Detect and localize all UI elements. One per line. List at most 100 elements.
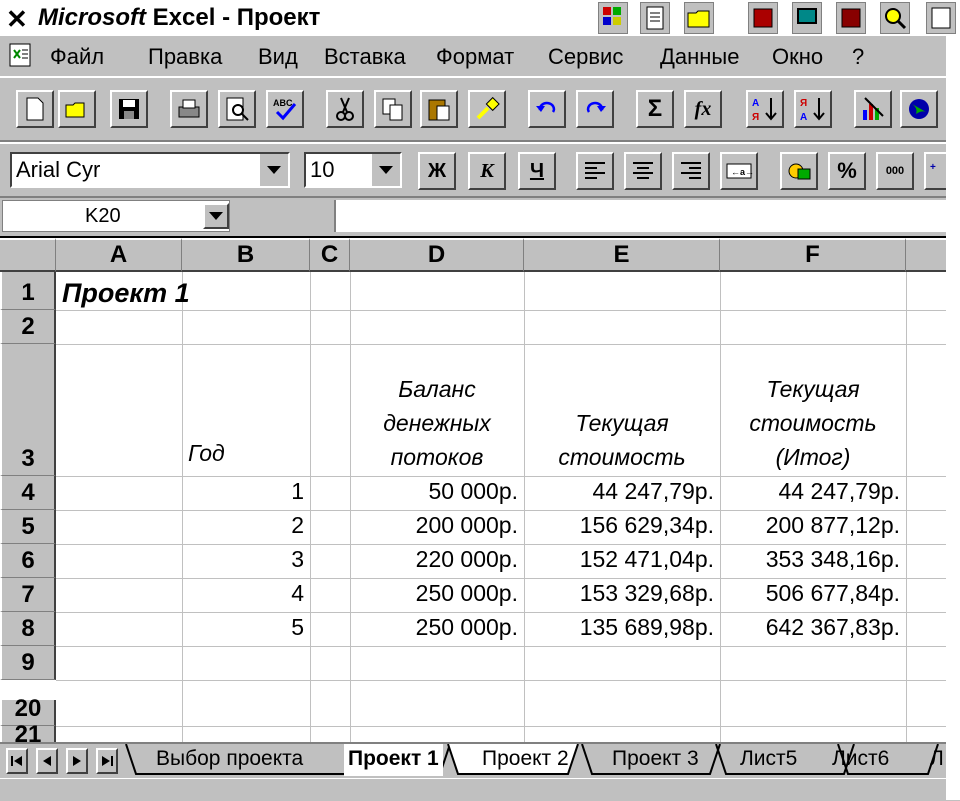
formula-input[interactable] xyxy=(334,200,946,232)
print-preview-icon[interactable] xyxy=(218,90,256,128)
cell-year[interactable]: 5 xyxy=(182,614,304,641)
sheet-tab-select-project[interactable]: Выбор проекта xyxy=(156,744,303,776)
workbook-control-icon[interactable] xyxy=(4,38,38,72)
column-header-e[interactable]: E xyxy=(524,238,720,272)
cell-cash-flow[interactable]: 200 000р. xyxy=(350,512,518,539)
sheet-tab-project-2[interactable]: Проект 2 xyxy=(482,744,569,776)
currency-style-icon[interactable] xyxy=(780,152,818,190)
sheet-tab-partial[interactable]: Л xyxy=(930,744,944,776)
cell-year[interactable]: 1 xyxy=(182,478,304,505)
cell-pv[interactable]: 152 471,04р. xyxy=(524,546,714,573)
cell-pv-total[interactable]: 353 348,16р. xyxy=(720,546,900,573)
sort-ascending-icon[interactable]: АЯ xyxy=(746,90,784,128)
column-header-d[interactable]: D xyxy=(350,238,524,272)
font-name-combo[interactable]: Arial Cyr xyxy=(10,152,290,188)
sort-descending-icon[interactable]: ЯА xyxy=(794,90,832,128)
column-header-f[interactable]: F xyxy=(720,238,906,272)
align-right-icon[interactable] xyxy=(672,152,710,190)
menu-data[interactable]: Данные xyxy=(660,44,739,70)
undo-icon[interactable] xyxy=(528,90,566,128)
menu-help[interactable]: ? xyxy=(852,44,864,70)
menu-file[interactable]: Файл xyxy=(50,44,104,70)
comma-style-button[interactable]: 000 xyxy=(876,152,914,190)
folder-shortcut-icon[interactable] xyxy=(684,2,714,34)
access-shortcut-icon[interactable] xyxy=(836,2,866,34)
header-cash-flow-line2[interactable]: денежных xyxy=(350,406,524,440)
copy-icon[interactable] xyxy=(374,90,412,128)
monitor-shortcut-icon[interactable] xyxy=(792,2,822,34)
merge-center-icon[interactable]: ←a→ xyxy=(720,152,758,190)
italic-button[interactable]: К xyxy=(468,152,506,190)
row-header-3[interactable]: 3 xyxy=(0,344,56,476)
paste-icon[interactable] xyxy=(420,90,458,128)
row-header-8[interactable]: 8 xyxy=(0,612,56,646)
sheet-tab-list6[interactable]: Лист6 xyxy=(832,744,889,776)
last-sheet-icon[interactable] xyxy=(96,748,118,774)
font-dropdown-arrow-icon[interactable] xyxy=(258,154,288,186)
function-wizard-icon[interactable]: fx xyxy=(684,90,722,128)
sheet-title-cell[interactable]: Проект 1 xyxy=(62,278,190,309)
row-header-6[interactable]: 6 xyxy=(0,544,56,578)
header-pv-total-line1[interactable]: Текущая xyxy=(720,372,906,406)
align-left-icon[interactable] xyxy=(576,152,614,190)
header-pv-line1[interactable]: Текущая xyxy=(524,406,720,440)
name-box[interactable]: K20 xyxy=(2,200,230,232)
print-icon[interactable] xyxy=(170,90,208,128)
cell-pv[interactable]: 153 329,68р. xyxy=(524,580,714,607)
cell-year[interactable]: 2 xyxy=(182,512,304,539)
open-folder-icon[interactable] xyxy=(58,90,96,128)
cell-cash-flow[interactable]: 250 000р. xyxy=(350,580,518,607)
sheet-tab-project-3[interactable]: Проект 3 xyxy=(612,744,699,776)
cell-pv-total[interactable]: 642 367,83р. xyxy=(720,614,900,641)
cell-year[interactable]: 4 xyxy=(182,580,304,607)
spelling-icon[interactable]: ABC xyxy=(266,90,304,128)
cell-pv-total[interactable]: 506 677,84р. xyxy=(720,580,900,607)
column-header-b[interactable]: B xyxy=(182,238,310,272)
autosum-sigma-icon[interactable]: Σ xyxy=(636,90,674,128)
select-all-corner[interactable] xyxy=(0,238,56,272)
menu-tools[interactable]: Сервис xyxy=(548,44,623,70)
menu-window[interactable]: Окно xyxy=(772,44,823,70)
header-cash-flow-line1[interactable]: Баланс xyxy=(350,372,524,406)
first-sheet-icon[interactable] xyxy=(6,748,28,774)
header-cash-flow-line3[interactable]: потоков xyxy=(350,440,524,474)
format-painter-icon[interactable] xyxy=(468,90,506,128)
column-header-g[interactable] xyxy=(906,238,946,272)
row-header-7[interactable]: 7 xyxy=(0,578,56,612)
row-header-2[interactable]: 2 xyxy=(0,310,56,344)
sheet-tab-project-1[interactable]: Проект 1 xyxy=(344,744,443,776)
save-disk-icon[interactable] xyxy=(110,90,148,128)
header-pv-total-line2[interactable]: стоимость xyxy=(720,406,906,440)
row-header-4[interactable]: 4 xyxy=(0,476,56,510)
menu-insert[interactable]: Вставка xyxy=(324,44,406,70)
row-header-21[interactable]: 21 xyxy=(0,721,56,742)
increase-decimal-icon[interactable]: + xyxy=(924,152,946,190)
name-box-dropdown-arrow-icon[interactable] xyxy=(203,203,229,229)
book-shortcut-icon[interactable] xyxy=(748,2,778,34)
menu-edit[interactable]: Правка xyxy=(148,44,222,70)
notepad-shortcut-icon[interactable] xyxy=(640,2,670,34)
cell-pv-total[interactable]: 44 247,79р. xyxy=(720,478,900,505)
underline-button[interactable]: Ч xyxy=(518,152,556,190)
cell-pv[interactable]: 44 247,79р. xyxy=(524,478,714,505)
next-sheet-icon[interactable] xyxy=(66,748,88,774)
office-shortcut-icon[interactable] xyxy=(598,2,628,34)
cell-cash-flow[interactable]: 250 000р. xyxy=(350,614,518,641)
new-document-icon[interactable] xyxy=(16,90,54,128)
column-header-a[interactable]: A xyxy=(56,238,182,272)
font-size-combo[interactable]: 10 xyxy=(304,152,402,188)
clipboard-shortcut-icon[interactable] xyxy=(926,2,956,34)
header-year-cell[interactable]: Год xyxy=(188,440,225,467)
chart-wizard-icon[interactable] xyxy=(854,90,892,128)
menu-view[interactable]: Вид xyxy=(258,44,298,70)
header-pv-line2[interactable]: стоимость xyxy=(524,440,720,474)
column-header-c[interactable]: C xyxy=(310,238,350,272)
align-center-icon[interactable] xyxy=(624,152,662,190)
cell-cash-flow[interactable]: 50 000р. xyxy=(350,478,518,505)
menu-format[interactable]: Формат xyxy=(436,44,514,70)
font-size-dropdown-arrow-icon[interactable] xyxy=(370,154,400,186)
header-pv-total-line3[interactable]: (Итог) xyxy=(720,440,906,474)
row-header-1[interactable]: 1 xyxy=(0,272,56,310)
cut-scissors-icon[interactable] xyxy=(326,90,364,128)
worksheet-grid[interactable]: A B C D E F 1 2 3 4 5 6 7 8 9 20 21 Прое… xyxy=(0,236,946,742)
